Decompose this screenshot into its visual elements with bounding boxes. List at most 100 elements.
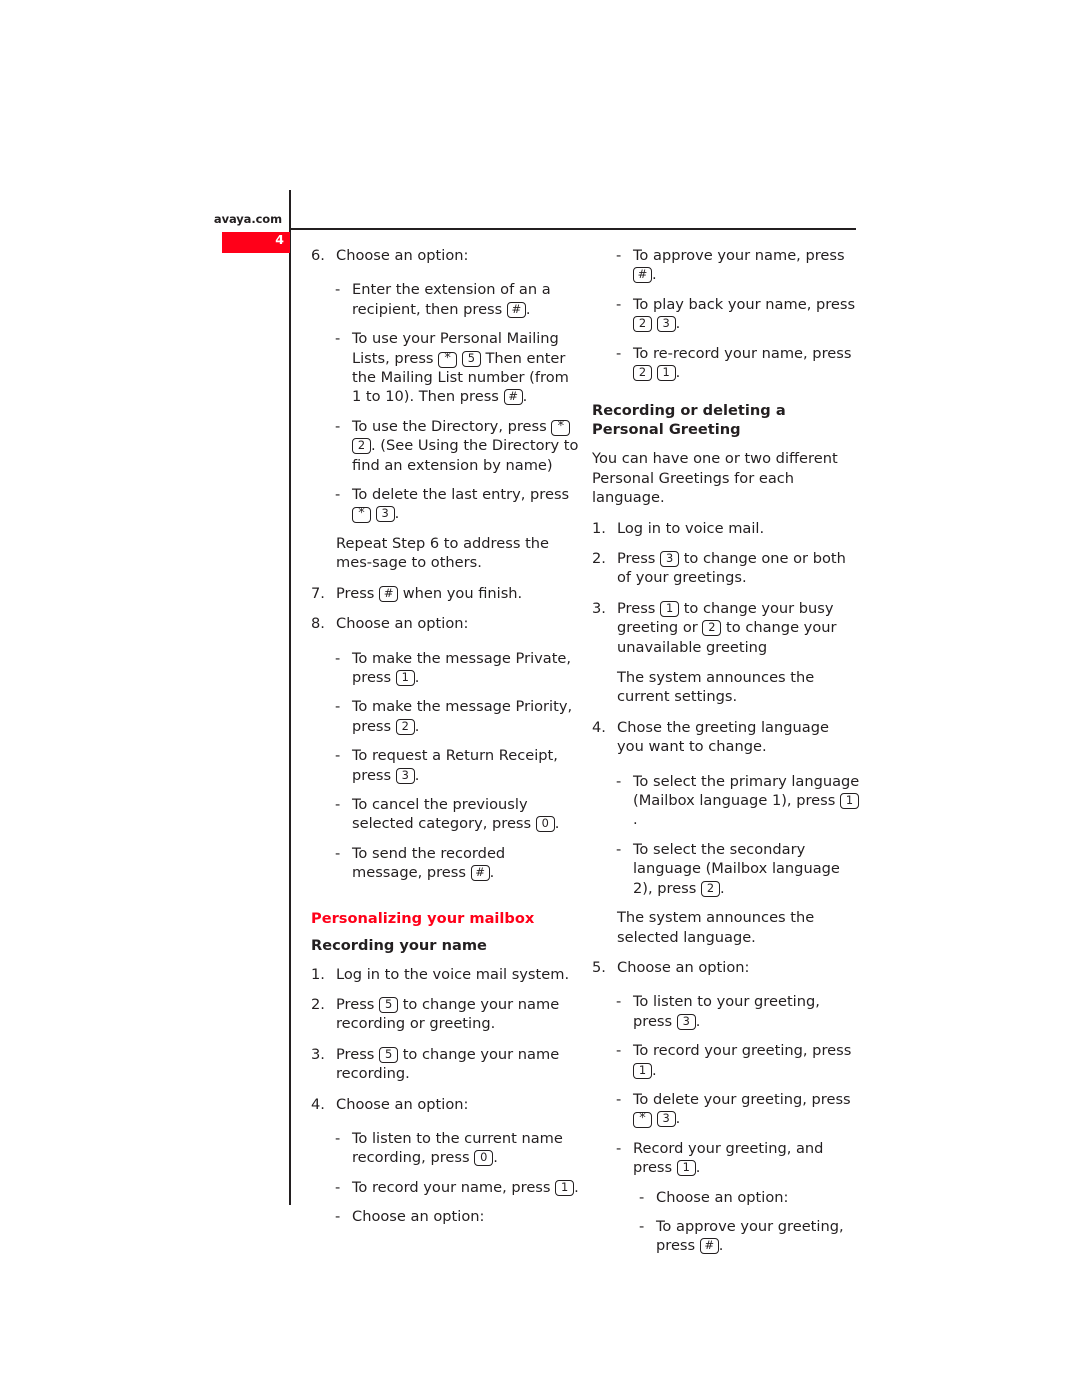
bullet-text: Choose an option: (656, 1188, 789, 1206)
body-paragraph: You can have one or two different Person… (592, 450, 838, 507)
bullet-text: To delete your greeting, press * 3. (633, 1090, 851, 1129)
bullet-text: To listen to your greeting, press 3. (633, 993, 820, 1030)
step-number: 1. (592, 519, 606, 537)
keypad-key-2: 2 (633, 365, 652, 382)
keypad-key-star: * (551, 419, 571, 436)
bullet-item: - To select the primary language (Mailbox… (592, 772, 860, 830)
continuation-paragraph: The system announces the current setting… (617, 669, 815, 706)
dash-bullet-icon: - (335, 1208, 341, 1226)
dash-bullet-icon: - (639, 1188, 645, 1206)
numbered-step: 4. Chose the greeting language you want t… (592, 718, 860, 757)
numbered-step: 3. Press 1 to change your busy greeting o… (592, 599, 860, 657)
step-number: 3. (592, 599, 606, 617)
keypad-key-5: 5 (379, 1046, 399, 1063)
keypad-key-pound: # (506, 301, 526, 318)
dash-bullet-icon: - (639, 1217, 645, 1235)
bullet-text: To make the message Priority, press 2. (352, 698, 573, 735)
keypad-key-pound: # (503, 389, 523, 406)
step-text: Choose an option: (336, 247, 469, 264)
bullet-item: - Choose an option: (311, 1207, 579, 1226)
numbered-step: 2. Press 5 to change your name recording … (311, 995, 579, 1034)
numbered-step: 3. Press 5 to change your name recording. (311, 1045, 579, 1084)
keypad-key-3: 3 (656, 1111, 676, 1128)
keypad-key-3: 3 (660, 551, 680, 567)
step-number: 4. (311, 1095, 325, 1113)
keypad-key-2: 2 (352, 438, 371, 455)
bullet-item: - To use your Personal Mailing Lists, pre… (311, 329, 579, 407)
keypad-key-pound: # (470, 865, 490, 882)
bullet-item: - To re-record your name, press 2 1. (592, 344, 860, 383)
section-heading-secondary: Recording your name (311, 936, 487, 954)
bullet-text: Choose an option: (352, 1208, 485, 1226)
bullet-text: To make the message Private, press 1. (352, 649, 572, 686)
numbered-step: 8. Choose an option: (311, 614, 579, 633)
keypad-key-star: * (352, 507, 371, 524)
section-heading-secondary: Recording or deleting a Personal Greetin… (592, 402, 786, 439)
bullet-text: Record your greeting, and press 1. (633, 1139, 824, 1177)
bullet-text: To use your Personal Mailing Lists, pres… (352, 330, 569, 406)
dash-bullet-icon: - (335, 417, 341, 435)
bullet-item-nested: - Choose an option: (592, 1188, 860, 1207)
bullet-text: To select the secondary language (Mailbo… (633, 840, 840, 897)
bullet-item: - To request a Return Receipt, press 3. (311, 746, 579, 785)
dash-bullet-icon: - (335, 747, 341, 765)
bullet-item-nested: - To approve your greeting, press #. (592, 1217, 860, 1256)
keypad-key-star: * (438, 351, 458, 368)
step-text: Choose an option: (336, 1095, 469, 1113)
dash-bullet-icon: - (616, 295, 622, 313)
dash-bullet-icon: - (616, 1042, 622, 1060)
keypad-key-1: 1 (633, 1062, 652, 1079)
bullet-item: - To approve your name, press #. (592, 246, 860, 285)
bullet-item: - To make the message Priority, press 2. (311, 697, 579, 736)
bullet-text: To use the Directory, press * 2. (See Us… (352, 417, 579, 474)
bullet-text: To select the primary language (Mailbox … (633, 772, 860, 829)
step-number: 2. (592, 550, 606, 567)
keypad-key-2: 2 (702, 620, 722, 637)
numbered-step: 7. Press # when you finish. (311, 584, 579, 603)
keypad-key-2: 2 (701, 880, 721, 897)
bullet-text: To record your greeting, press 1. (633, 1042, 852, 1079)
step-text: Choose an option: (336, 615, 469, 633)
bullet-text: To approve your name, press #. (633, 247, 845, 284)
dash-bullet-icon: - (335, 1178, 341, 1196)
vertical-spacer (311, 893, 579, 910)
bullet-text: To approve your greeting, press #. (656, 1217, 844, 1255)
keypad-key-2: 2 (633, 316, 652, 333)
step-text: Choose an option: (617, 958, 750, 976)
step-text: Press 5 to change your name recording or… (336, 995, 560, 1033)
brand-label: avaya.com (213, 212, 282, 226)
bullet-item: - To record your name, press 1. (311, 1178, 579, 1197)
step-number: 6. (311, 247, 325, 264)
bullet-text: To re-record your name, press 2 1. (633, 344, 852, 382)
page-number: 4 (275, 232, 284, 247)
keypad-key-0: 0 (474, 1150, 494, 1167)
header-rule (290, 228, 856, 230)
dash-bullet-icon: - (335, 649, 341, 667)
bullet-item: - To use the Directory, press * 2. (See U… (311, 417, 579, 475)
bullet-text: To send the recorded message, press #. (352, 844, 506, 882)
bullet-item: - To listen to your greeting, press 3. (592, 992, 860, 1031)
dash-bullet-icon: - (335, 486, 341, 504)
keypad-key-star: * (633, 1112, 652, 1129)
document-page: avaya.com 4 6. Choose an option: - Enter th… (0, 0, 1080, 1397)
keypad-key-5: 5 (379, 996, 399, 1013)
keypad-key-1: 1 (676, 1160, 696, 1177)
numbered-step: 5. Choose an option: (592, 958, 860, 977)
continuation-paragraph: Repeat Step 6 to address the mes-sage to… (336, 534, 550, 572)
bullet-text: To play back your name, press 2 3. (633, 295, 856, 333)
keypad-key-1: 1 (395, 669, 415, 686)
step-text: Press # when you finish. (336, 584, 523, 602)
keypad-key-1: 1 (656, 365, 676, 382)
keypad-key-pound: # (699, 1238, 719, 1255)
keypad-key-pound: # (633, 267, 652, 284)
step-text: Log in to the voice mail system. (336, 965, 570, 983)
section-heading-primary: Personalizing your mailbox (311, 909, 535, 927)
bullet-item: - To select the secondary language (Mailb… (592, 840, 860, 898)
keypad-key-3: 3 (395, 767, 415, 784)
bullet-item: - To record your greeting, press 1. (592, 1041, 860, 1080)
bullet-item: - Record your greeting, and press 1. (592, 1139, 860, 1178)
bullet-item: - To make the message Private, press 1. (311, 649, 579, 688)
dash-bullet-icon: - (616, 1139, 622, 1157)
step-text: Chose the greeting language you want to … (617, 718, 829, 756)
continuation-paragraph: The system announces the selected langua… (617, 909, 815, 946)
